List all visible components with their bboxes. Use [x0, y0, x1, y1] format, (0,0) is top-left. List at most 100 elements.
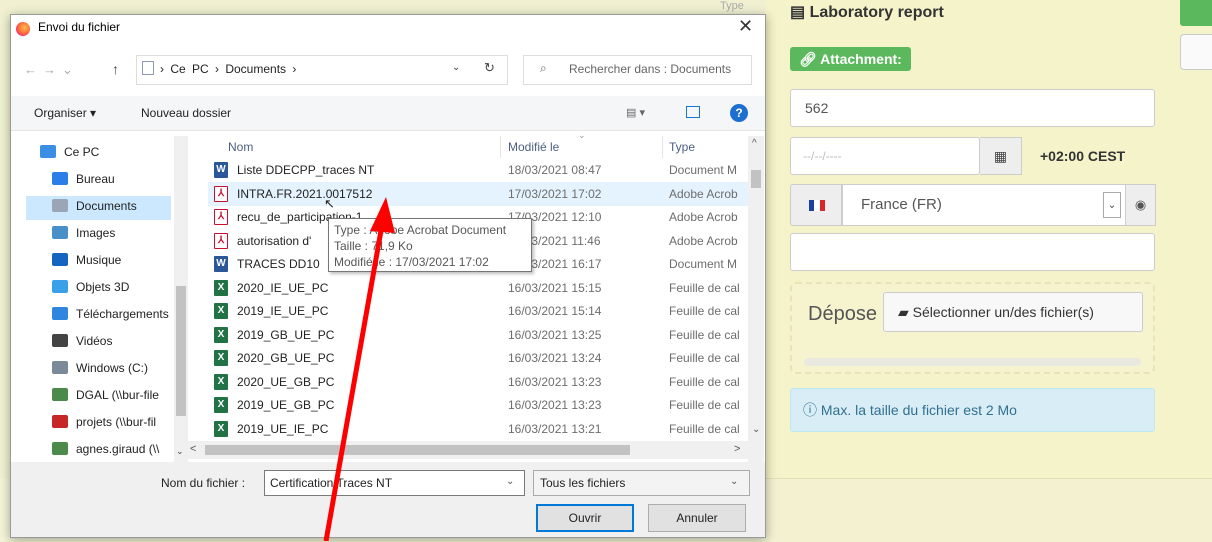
sidebar-item-label: Bureau [76, 172, 115, 186]
address-path[interactable]: › Ce PC › Documents › [160, 62, 296, 76]
sidebar-item[interactable]: projets (\\bur-fil [52, 410, 186, 434]
sidebar-item[interactable]: Windows (C:) [52, 356, 186, 380]
open-button[interactable]: Ouvrir [536, 504, 634, 532]
file-name: Liste DDECPP_traces NT [237, 163, 375, 177]
file-modified: 16/03/2021 15:15 [508, 280, 602, 295]
file-modified: 16/03/2021 13:23 [508, 374, 602, 389]
chevron-down-icon[interactable]: ⌄ [452, 62, 460, 73]
network-drive-icon [52, 388, 68, 401]
text-input[interactable] [790, 233, 1155, 271]
attachment-badge: 🔗︎ Attachment: [790, 47, 911, 71]
file-list-scrollbar-thumb[interactable] [751, 170, 761, 188]
sidebar-item[interactable]: Objets 3D [52, 275, 186, 299]
file-row[interactable]: ⅄ INTRA.FR.2021.0017512 17/03/2021 17:02 Ad… [208, 181, 764, 206]
sidebar-item[interactable]: agnes.giraud (\\ [52, 437, 186, 461]
close-icon[interactable]: ✕ [738, 16, 753, 37]
excel-file-icon: X [214, 373, 228, 390]
background-footer-right [766, 478, 1212, 542]
firefox-icon [16, 22, 30, 36]
sidebar-item-label: DGAL (\\bur-file [76, 388, 159, 402]
excel-file-icon: X [214, 420, 228, 437]
nav-scrollbar-thumb[interactable] [176, 286, 186, 416]
country-select[interactable]: France (FR) [842, 184, 1126, 226]
sidebar-item[interactable]: Vidéos [52, 329, 186, 353]
chevron-down-icon[interactable]: ⌄ [506, 476, 514, 487]
sidebar-item[interactable]: Téléchargements [52, 302, 186, 326]
chevron-down-icon[interactable]: ⌄ [730, 476, 738, 487]
excel-file-icon: X [214, 279, 228, 296]
sidebar-item-label: Images [76, 226, 116, 240]
arrow-head [370, 197, 395, 233]
sidebar-item[interactable]: Documents [52, 194, 186, 218]
sidebar-item[interactable]: Musique [52, 248, 186, 272]
file-modified: 16/03/2021 13:23 [508, 398, 602, 412]
up-arrow-icon[interactable]: ↑ [112, 61, 119, 77]
date-input[interactable]: --/--/---- [790, 137, 980, 175]
pdf-file-icon: ⅄ [214, 232, 228, 249]
documents-icon [52, 199, 68, 212]
file-row[interactable]: X 2019_GB_UE_PC 16/03/2021 13:25 Feuille de… [208, 323, 764, 347]
file-row[interactable]: X 2020_IE_UE_PC 16/03/2021 15:15 Feuille de… [208, 276, 764, 300]
france-flag-icon [809, 200, 825, 211]
help-icon[interactable]: ? [730, 104, 748, 122]
sidebar-item-label: Ce PC [64, 145, 100, 159]
file-row[interactable]: X 2019_UE_IE_PC 16/03/2021 13:21 Feuille de… [208, 417, 764, 441]
file-row[interactable]: X 2020_UE_GB_PC 16/03/2021 13:23 Feuille de… [208, 370, 764, 394]
sidebar-item[interactable]: Images [52, 221, 186, 245]
file-type-filter[interactable]: Tous les fichiers [533, 470, 750, 496]
sidebar-item-label: Objets 3D [76, 280, 130, 294]
column-type[interactable]: Type [669, 140, 695, 154]
dialog-title: Envoi du fichier [38, 20, 121, 34]
pdf-file-icon: ⅄ [214, 185, 228, 202]
view-options-icon[interactable]: ▤ ▾ [626, 106, 645, 119]
globe-icon[interactable]: ◉ [1126, 184, 1156, 226]
sort-chevron-icon: ⌄ [578, 130, 586, 140]
chevron-down-icon[interactable]: ⌄ [1103, 192, 1121, 218]
new-folder-button[interactable]: Nouveau dossier [141, 106, 231, 120]
sidebar-item[interactable]: Ce PC [40, 140, 160, 164]
excel-file-icon: X [214, 303, 228, 319]
disconnected-drive-icon [52, 415, 68, 428]
paperclip-icon: 🔗︎ [799, 51, 821, 67]
number-input[interactable]: 562 [790, 89, 1155, 127]
side-button[interactable] [1180, 34, 1212, 70]
column-modified[interactable]: Modifié le [508, 140, 559, 154]
red-annotation-arrow [323, 197, 395, 541]
calendar-icon[interactable]: ▦ [980, 137, 1022, 175]
column-name[interactable]: Nom [228, 140, 253, 154]
type-column-fragment: Type [720, 0, 744, 12]
videos-icon [52, 334, 68, 347]
sidebar-item-label: Musique [76, 253, 122, 267]
chevron-up-icon[interactable]: ^ [752, 138, 757, 149]
file-modified: 16/03/2021 13:25 [508, 327, 602, 342]
column-separator [662, 136, 663, 158]
green-action-button[interactable] [1180, 0, 1212, 26]
file-row[interactable]: X 2019_IE_UE_PC 16/03/2021 15:14 Feuille de… [208, 299, 764, 323]
cancel-button[interactable]: Annuler [648, 504, 746, 532]
preview-pane-icon[interactable] [686, 106, 700, 118]
pdf-file-icon: ⅄ [214, 209, 228, 225]
sidebar-item[interactable]: Bureau [52, 167, 186, 191]
file-modified: 17/03/2021 17:02 [508, 186, 602, 201]
sidebar-item-label: Vidéos [76, 334, 113, 348]
sidebar-item[interactable]: DGAL (\\bur-file [52, 383, 186, 407]
file-row[interactable]: W Liste DDECPP_traces NT 18/03/2021 08:47 D… [208, 158, 764, 182]
arrow-shaft [323, 224, 385, 541]
excel-file-icon: X [214, 397, 228, 413]
chevron-right-icon[interactable]: > [734, 443, 740, 455]
chevron-down-icon[interactable]: ⌄ [176, 446, 184, 457]
chevron-left-icon[interactable]: < [190, 443, 196, 455]
organize-button[interactable]: Organiser ▾ [34, 106, 96, 120]
country-flag-addon [790, 184, 842, 226]
sidebar-item-label: projets (\\bur-fil [76, 415, 157, 429]
file-row[interactable]: X 2019_UE_GB_PC 16/03/2021 13:23 Feuille de… [208, 393, 764, 417]
back-forward-icon[interactable]: ←→⌄ [24, 62, 79, 78]
document-location-icon [142, 61, 154, 75]
chevron-down-icon[interactable]: ⌄ [752, 424, 760, 435]
select-files-button[interactable]: ▰ Sélectionner un/des fichier(s) [883, 292, 1143, 332]
filename-label: Nom du fichier : [161, 476, 246, 490]
excel-file-icon: X [214, 350, 228, 366]
refresh-icon[interactable]: ↻ [484, 60, 495, 76]
upload-progress-bar [804, 358, 1141, 366]
file-row[interactable]: X 2020_GB_UE_PC 16/03/2021 13:24 Feuille de… [208, 346, 764, 370]
